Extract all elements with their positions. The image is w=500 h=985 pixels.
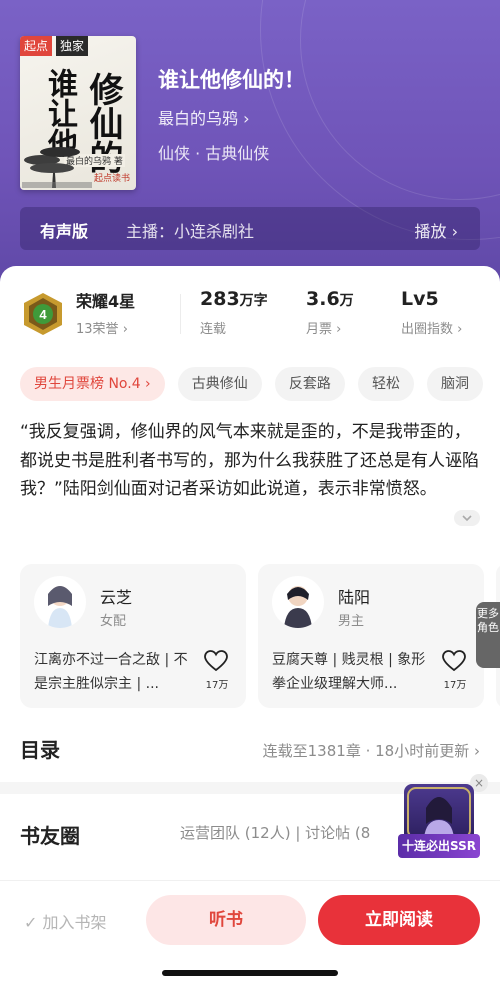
play-label: 播放 xyxy=(414,222,447,241)
stats-row: 4 荣耀4星 13荣誉 › 283万字 连载 3.6万 月票 › Lv5 出圈指… xyxy=(0,288,500,348)
tag-list: 男生月票榜 No.4 › 古典修仙 反套路 轻松 脑洞 xyxy=(20,367,500,403)
character-card[interactable]: 云芝 女配 江离亦不过一合之敌 | 不是宗主胜似宗主 | ... 17万 xyxy=(20,564,246,708)
tag-chip[interactable]: 反套路 xyxy=(274,367,345,401)
character-cards: 云芝 女配 江离亦不过一合之敌 | 不是宗主胜似宗主 | ... 17万 陆阳 … xyxy=(20,564,500,708)
chevron-right-icon: › xyxy=(243,109,250,128)
honor-count[interactable]: 13荣誉 › xyxy=(76,318,128,337)
stat-popularity-index[interactable]: Lv5 出圈指数 › xyxy=(401,288,462,337)
stat-word-count: 283万字 连载 xyxy=(200,288,268,337)
chevron-right-icon: › xyxy=(469,742,480,760)
stat-label: 月票 xyxy=(306,322,333,337)
character-description: 豆腐天尊 | 贱灵根 | 象形拳企业级理解大师... xyxy=(272,652,426,692)
tag-chip-ranking[interactable]: 男生月票榜 No.4 › xyxy=(20,367,165,401)
character-card[interactable]: 陆阳 男主 豆腐天尊 | 贱灵根 | 象形拳企业级理解大师... 17万 xyxy=(258,564,484,708)
character-avatar xyxy=(272,576,324,628)
stat-value: Lv5 xyxy=(401,288,439,310)
toc-status-text: 连载至1381章 · 18小时前更新 xyxy=(262,742,470,760)
cover-tag-qidian: 起点 xyxy=(20,36,53,56)
honor-medal-icon[interactable]: 4 xyxy=(22,292,64,336)
cover-tag-exclusive: 独家 xyxy=(56,36,89,56)
pine-tree-illustration xyxy=(22,147,92,188)
toc-status: 连载至1381章 · 18小时前更新 › xyxy=(263,740,480,761)
stat-label: 出圈指数 xyxy=(401,322,454,337)
author-link[interactable]: 最白的乌鸦 › xyxy=(158,105,250,129)
tag-label: 男生月票榜 No.4 xyxy=(34,376,141,392)
like-count: 17万 xyxy=(205,680,229,691)
chevron-right-icon: › xyxy=(453,322,463,337)
forum-status: 运营团队 (12人) | 讨论帖 (8 xyxy=(180,824,371,842)
chevron-right-icon: › xyxy=(122,322,128,337)
audio-play-button[interactable]: 播放 › xyxy=(414,218,458,242)
read-now-button[interactable]: 立即阅读 xyxy=(318,895,480,945)
book-cover[interactable]: 起点 独家 谁让他 修仙的 最白的乌鸦 著 起点读书 xyxy=(20,36,136,190)
tag-chip[interactable]: 轻松 xyxy=(357,367,414,401)
promo-label: 十连必出SSR xyxy=(398,834,480,858)
stat-value: 283 xyxy=(200,288,240,310)
audio-version-bar[interactable]: 有声版 主播：小连杀剧社 播放 › xyxy=(20,207,480,250)
cover-publisher: 起点读书 xyxy=(93,174,130,184)
character-role: 女配 xyxy=(100,614,127,629)
stat-unit: 万字 xyxy=(239,293,268,309)
add-to-shelf-button[interactable]: ✓ 加入书架 xyxy=(24,909,107,933)
bottom-action-bar: ✓ 加入书架 听书 立即阅读 xyxy=(0,880,500,985)
add-to-shelf-label: 加入书架 xyxy=(42,913,107,932)
genre-label: 仙侠 · 古典仙侠 xyxy=(158,144,270,163)
character-name: 云芝 xyxy=(100,588,133,607)
chevron-right-icon: › xyxy=(332,322,342,337)
honor-level: 4 xyxy=(39,307,47,322)
heart-icon[interactable] xyxy=(442,650,466,672)
honor-title[interactable]: 荣耀4星 xyxy=(76,288,135,312)
chevron-right-icon: › xyxy=(451,222,458,241)
chevron-right-icon: › xyxy=(140,376,151,392)
book-synopsis[interactable]: “我反复强调，修仙界的风气本来就是歪的，不是我带歪的，都说史书是胜利者书写的，那… xyxy=(20,418,480,504)
character-name: 陆阳 xyxy=(338,588,371,607)
divider xyxy=(180,294,181,334)
tag-chip[interactable]: 脑洞 xyxy=(427,367,484,401)
gacha-promo-widget[interactable]: 十连必出SSR xyxy=(398,784,480,860)
checkmark-icon: ✓ xyxy=(24,913,43,932)
like-count: 17万 xyxy=(443,680,467,691)
audio-host: 主播：小连杀剧社 xyxy=(126,222,255,241)
honor-count-label: 13荣誉 xyxy=(76,322,119,337)
audio-label: 有声版 xyxy=(40,222,89,241)
character-avatar xyxy=(34,576,86,628)
stat-label: 连载 xyxy=(200,322,227,337)
home-indicator xyxy=(162,970,338,976)
table-of-contents-row[interactable]: 目录 连载至1381章 · 18小时前更新 › xyxy=(0,726,500,770)
tag-chip[interactable]: 古典修仙 xyxy=(177,367,262,401)
heart-icon[interactable] xyxy=(204,650,228,672)
more-characters-tab[interactable]: 更多角色 xyxy=(476,602,500,668)
character-description: 江离亦不过一合之敌 | 不是宗主胜似宗主 | ... xyxy=(34,652,188,692)
toc-title: 目录 xyxy=(20,738,60,762)
book-title: 谁让他修仙的！ xyxy=(158,68,305,92)
character-role: 男主 xyxy=(338,614,365,629)
stat-value: 3.6 xyxy=(306,288,340,310)
stat-unit: 万 xyxy=(339,293,354,309)
promo-character-art xyxy=(404,784,474,838)
book-header: 起点 独家 谁让他 修仙的 最白的乌鸦 著 起点读书 谁让他修仙的！ 最白的乌鸦… xyxy=(0,0,500,300)
stat-monthly-tickets[interactable]: 3.6万 月票 › xyxy=(306,288,354,337)
listen-button[interactable]: 听书 xyxy=(146,895,306,945)
book-detail-sheet: 4 荣耀4星 13荣誉 › 283万字 连载 3.6万 月票 › Lv5 出圈指… xyxy=(0,266,500,985)
author-name: 最白的乌鸦 xyxy=(158,109,239,128)
forum-title: 书友圈 xyxy=(20,824,80,848)
expand-chevron-icon[interactable] xyxy=(454,510,480,526)
